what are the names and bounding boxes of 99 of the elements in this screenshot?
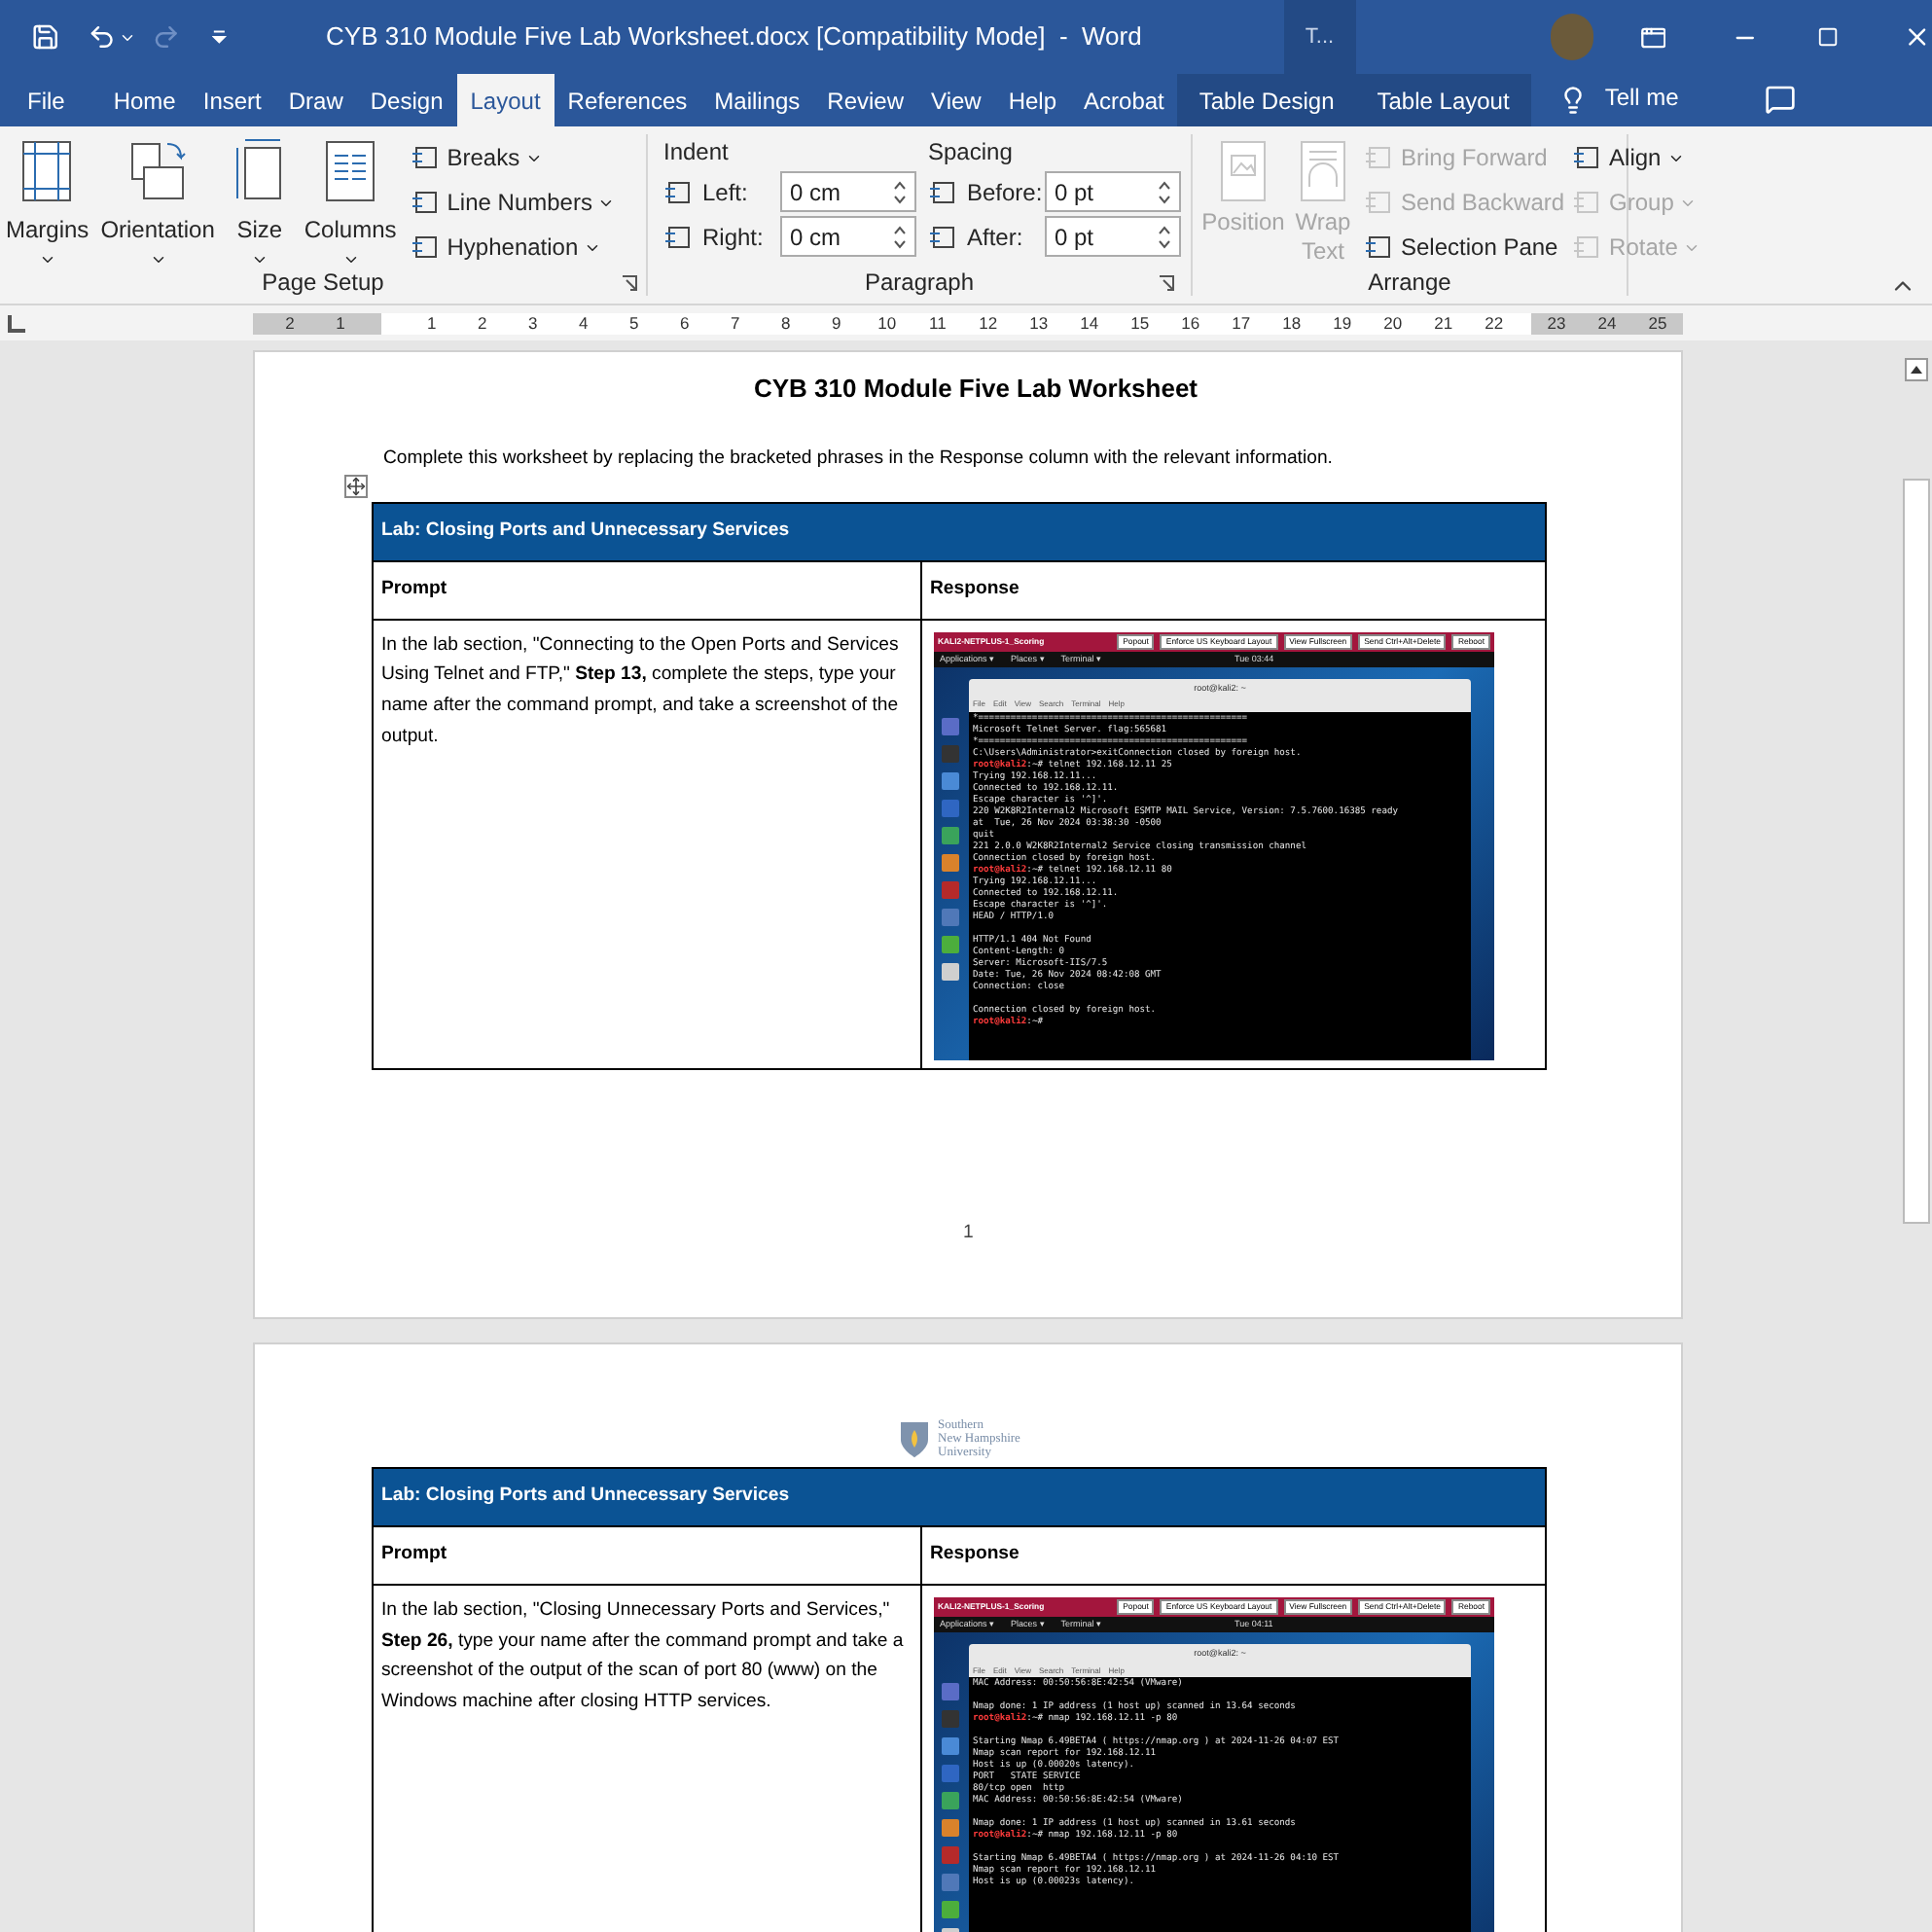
caret-icon (149, 251, 167, 268)
prompt-text: In the lab section, "Connecting to the Open Ports and Services Using Telnet and FTP," Step 13, complete the steps, type your name after the command prompt, and take a screenshot of the output. (381, 631, 901, 751)
table-heading: Lab: Closing Ports and Unnecessary Services (374, 1469, 1545, 1527)
ribbon-display-icon[interactable] (1639, 22, 1666, 52)
section-label: Indent (663, 136, 731, 167)
ribbon-tab[interactable]: Design (356, 74, 457, 126)
ribbon-tab[interactable]: Table Layout (1355, 74, 1531, 126)
dialog-launcher-icon[interactable] (621, 274, 638, 292)
field-label: Left: (702, 176, 750, 209)
ruler-number: 4 (577, 312, 590, 334)
ribbon-tab[interactable]: Help (994, 74, 1071, 126)
ruler-number: 25 (1646, 312, 1669, 334)
spinner-arrows-icon[interactable] (1158, 178, 1171, 205)
ruler-number: 6 (678, 312, 692, 334)
field-label: Right: (702, 221, 766, 254)
ribbon-large-button[interactable]: Size (220, 136, 299, 268)
ruler-number: 24 (1595, 312, 1619, 334)
save-icon[interactable] (31, 21, 60, 53)
customize-toolbar-icon[interactable] (212, 29, 228, 45)
input-field[interactable]: 0 cm (780, 216, 916, 257)
ruler-number: 13 (1027, 312, 1051, 334)
ruler-number: 1 (425, 312, 439, 334)
ribbon-large-button[interactable]: Margins (0, 136, 95, 268)
ruler-number: 8 (779, 312, 793, 334)
contextual-tab-group: T... (1283, 0, 1356, 74)
table-move-handle-icon[interactable] (344, 474, 368, 498)
tell-me-search[interactable]: Tell me (1604, 80, 1679, 115)
ruler-number: 21 (1432, 312, 1455, 334)
column-header: Response (928, 576, 1021, 604)
ribbon-small-button[interactable]: Line Numbers (410, 185, 616, 220)
ribbon-large-button[interactable]: Columns (298, 136, 403, 268)
ruler-number: 9 (830, 312, 843, 334)
ribbon-tab[interactable]: Mailings (700, 74, 814, 126)
ribbon-tab[interactable]: File (0, 74, 100, 126)
shield-flame-logo-icon (899, 1419, 930, 1458)
ribbon-tab[interactable]: References (554, 74, 701, 126)
group-label: Arrange (1368, 267, 1451, 300)
ruler-number: 11 (926, 312, 948, 334)
ruler-number: 5 (627, 312, 641, 334)
caret-icon (250, 251, 268, 268)
ribbon-tab[interactable]: Table Design (1177, 74, 1356, 126)
spinner-arrows-icon[interactable] (893, 178, 907, 205)
ruler-number: 19 (1331, 312, 1354, 334)
redo-icon[interactable] (152, 21, 182, 53)
ruler-number: 14 (1078, 312, 1101, 334)
ruler-number: 12 (977, 312, 1000, 334)
column-header: Prompt (374, 561, 922, 619)
ribbon-tab[interactable]: Review (813, 74, 918, 126)
ribbon-tab[interactable]: Layout (456, 74, 555, 126)
ruler-number: 1 (334, 312, 347, 334)
instruction-text: Complete this worksheet by replacing the bracketed phrases in the Response column with the relevant information. (383, 445, 1335, 472)
field-label: After: (967, 221, 1025, 254)
column-header: Prompt (374, 1527, 922, 1584)
input-field[interactable]: 0 cm (780, 171, 916, 212)
caret-icon (38, 251, 56, 268)
ribbon-tab[interactable]: Home (99, 74, 190, 126)
ruler-number: 20 (1381, 312, 1405, 334)
ruler-number: 3 (526, 312, 540, 334)
scroll-up-icon[interactable] (1905, 358, 1928, 381)
ruler-number: 16 (1179, 312, 1202, 334)
ribbon-large-button[interactable]: Orientation (94, 136, 221, 268)
ruler-number: 18 (1280, 312, 1304, 334)
ribbon-small-button[interactable]: Breaks (410, 140, 616, 175)
dialog-launcher-icon[interactable] (1158, 274, 1175, 292)
ribbon-tab[interactable]: Acrobat (1070, 74, 1178, 126)
ribbon-tab[interactable]: View (917, 74, 995, 126)
ruler-number: 10 (876, 312, 899, 334)
ruler-number: 2 (476, 312, 489, 334)
spinner-arrows-icon[interactable] (1158, 223, 1171, 250)
spinner-arrows-icon[interactable] (893, 223, 907, 250)
field-label: Before: (967, 176, 1037, 209)
group-label: Page Setup (262, 267, 384, 300)
group-label: Paragraph (864, 267, 975, 300)
ruler-number: 2 (283, 312, 297, 334)
ruler-number: 22 (1483, 312, 1506, 334)
ruler-number: 7 (729, 312, 742, 334)
undo-icon[interactable] (87, 21, 116, 53)
input-field[interactable]: 0 pt (1045, 171, 1181, 212)
ribbon-small-button[interactable]: Hyphenation (410, 230, 616, 265)
input-field[interactable]: 0 pt (1045, 216, 1181, 257)
ruler-number: 15 (1128, 312, 1152, 334)
window-title: CYB 310 Module Five Lab Worksheet.docx [Compatibility Mode] - Word (326, 19, 1142, 55)
ribbon-small-button[interactable]: Align (1572, 140, 1701, 175)
ribbon-small-button[interactable]: Selection Pane (1364, 230, 1565, 265)
table-heading: Lab: Closing Ports and Unnecessary Services (374, 503, 1545, 562)
comments-icon[interactable] (1764, 84, 1796, 115)
scrollbar-thumb[interactable] (1903, 479, 1930, 1224)
tab-selector-icon[interactable] (8, 314, 25, 332)
section-label: Spacing (928, 136, 1015, 167)
maximize-icon[interactable] (1817, 25, 1840, 49)
column-header: Response (928, 1541, 1021, 1569)
document-title: CYB 310 Module Five Lab Worksheet (751, 372, 1200, 407)
caret-icon (341, 251, 360, 268)
prompt-text: In the lab section, "Closing Unnecessary Ports and Services," Step 26, type your name after the command prompt and take a screenshot of the output of the scan of port 80 (www) on the Windows machine after closing HTTP services. (381, 1597, 906, 1716)
ribbon-tab[interactable]: Draw (274, 74, 357, 126)
page-number: 1 (963, 1219, 976, 1247)
ruler-number: 23 (1545, 312, 1568, 334)
ribbon-tab[interactable]: Insert (189, 74, 275, 126)
ruler-number: 17 (1230, 312, 1253, 334)
